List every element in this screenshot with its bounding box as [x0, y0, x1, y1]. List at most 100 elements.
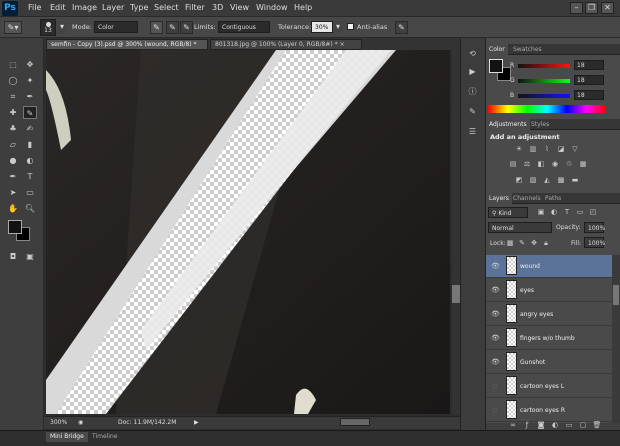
opacity-input[interactable]: 100% — [584, 222, 605, 233]
foreground-color-swatch[interactable] — [8, 220, 22, 234]
sampling-once-icon[interactable]: ✎ — [166, 21, 179, 34]
color-spectrum-bar[interactable] — [488, 105, 606, 113]
black-white-icon[interactable]: ◧ — [536, 160, 546, 169]
exposure-icon[interactable]: ◪ — [556, 145, 566, 154]
lock-all-icon[interactable]: 🔒︎ — [541, 239, 551, 248]
limits-dropdown[interactable]: Contiguous — [218, 21, 270, 33]
filter-type-icon[interactable]: T — [562, 208, 572, 217]
filter-shape-icon[interactable]: ▭ — [575, 208, 585, 217]
path-selection-tool-icon[interactable]: ➤ — [6, 186, 20, 199]
tab-color[interactable]: Color — [486, 44, 508, 55]
horizontal-scroll-thumb[interactable] — [340, 418, 370, 426]
info-panel-icon[interactable]: ⓘ — [466, 86, 479, 98]
menu-edit[interactable]: Edit — [50, 3, 66, 12]
blend-mode-dropdown[interactable]: Normal — [488, 222, 552, 233]
tab-mini-bridge[interactable]: Mini Bridge — [46, 432, 88, 442]
menu-filter[interactable]: Filter — [185, 3, 205, 12]
sampling-swatch-icon[interactable]: ✎ — [180, 21, 193, 34]
tab-adjustments[interactable]: Adjustments — [486, 119, 530, 130]
screen-mode-icon[interactable]: ▣ — [23, 250, 37, 263]
history-brush-tool-icon[interactable]: ✍ — [23, 122, 37, 135]
layer-row-gunshot[interactable]: 👁︎ Gunshot — [486, 351, 612, 374]
zoom-level[interactable]: 300% — [50, 419, 67, 426]
type-tool-icon[interactable]: T — [23, 170, 37, 183]
layers-scroll-thumb[interactable] — [613, 285, 619, 305]
layer-mask-icon[interactable]: ◙ — [536, 421, 546, 430]
tablet-pressure-icon[interactable]: ✎ — [395, 21, 408, 34]
layer-row-cartoon-eyes-l[interactable]: ▫ cartoon eyes L — [486, 375, 612, 398]
color-replacement-tool-icon[interactable]: ✎ — [23, 106, 37, 119]
mode-dropdown[interactable]: Color — [94, 21, 138, 33]
visibility-eye-icon[interactable]: 👁︎ — [491, 286, 500, 294]
vertical-scrollbar[interactable] — [452, 50, 460, 414]
tab-channels[interactable]: Channels — [510, 193, 544, 204]
blur-tool-icon[interactable]: ● — [6, 154, 20, 167]
history-panel-icon[interactable]: ⟲ — [466, 48, 479, 60]
new-layer-icon[interactable]: ▢ — [578, 421, 588, 430]
visibility-eye-icon[interactable]: 👁︎ — [491, 358, 500, 366]
hand-tool-icon[interactable]: ✋ — [6, 202, 20, 215]
doc-tab-801318[interactable]: 801318.jpg @ 100% (Layer 0, RGB/8#) * × — [210, 39, 362, 50]
tab-swatches[interactable]: Swatches — [510, 44, 545, 55]
tolerance-slider-toggle-icon[interactable]: ▾ — [334, 21, 342, 33]
rectangle-tool-icon[interactable]: ▭ — [23, 186, 37, 199]
gradient-map-icon[interactable]: ▬ — [570, 176, 580, 185]
layers-scrollbar[interactable] — [612, 255, 620, 423]
hue-saturation-icon[interactable]: ▤ — [508, 160, 518, 169]
brush-preset-picker[interactable]: 13 — [40, 19, 56, 36]
properties-panel-icon[interactable]: ☰ — [466, 126, 479, 138]
new-adjustment-icon[interactable]: ◐ — [550, 421, 560, 430]
healing-brush-tool-icon[interactable]: ✚ — [6, 106, 20, 119]
antialias-checkbox[interactable] — [347, 23, 354, 30]
layer-filter-dropdown[interactable]: ⚲ Kind — [488, 207, 528, 218]
visibility-eye-icon[interactable]: 👁︎ — [491, 310, 500, 318]
tab-timeline[interactable]: Timeline — [88, 432, 122, 442]
link-layers-icon[interactable]: ∞ — [508, 421, 518, 430]
gradient-tool-icon[interactable]: ▮ — [23, 138, 37, 151]
menu-type[interactable]: Type — [130, 3, 148, 12]
filter-pixel-icon[interactable]: ▣ — [536, 208, 546, 217]
quick-mask-icon[interactable]: ◘ — [6, 250, 20, 263]
visibility-eye-icon[interactable]: 👁︎ — [491, 262, 500, 270]
menu-image[interactable]: Image — [72, 3, 97, 12]
quick-select-tool-icon[interactable]: ✦ — [23, 74, 37, 87]
visibility-off-icon[interactable]: ▫ — [491, 406, 499, 414]
tool-preset-picker[interactable]: ✎▾ — [4, 21, 22, 34]
close-window-button[interactable]: ✕ — [601, 2, 614, 14]
eraser-tool-icon[interactable]: ▱ — [6, 138, 20, 151]
lock-position-icon[interactable]: ✥ — [529, 239, 539, 248]
menu-window[interactable]: Window — [256, 3, 288, 12]
menu-select[interactable]: Select — [154, 3, 179, 12]
menu-view[interactable]: View — [230, 3, 249, 12]
curves-icon[interactable]: ⌇ — [542, 145, 552, 154]
color-balance-icon[interactable]: ⚖ — [522, 160, 532, 169]
doc-tab-close-icon[interactable]: × — [340, 41, 345, 48]
lasso-tool-icon[interactable]: ◯ — [6, 74, 20, 87]
layer-style-icon[interactable]: ƒ — [522, 421, 532, 430]
restore-button[interactable]: ❐ — [585, 2, 598, 14]
actions-panel-icon[interactable]: ▶ — [466, 66, 479, 78]
brush-panel-icon[interactable]: ✎ — [466, 106, 479, 118]
layer-row-fingers[interactable]: 👁︎ fingers w/o thumb — [486, 327, 612, 350]
menu-layer[interactable]: Layer — [102, 3, 124, 12]
marquee-tool-icon[interactable]: ⬚ — [6, 58, 20, 71]
vibrance-icon[interactable]: ▽ — [570, 145, 580, 154]
color-lookup-icon[interactable]: ▦ — [578, 160, 588, 169]
vertical-scroll-thumb[interactable] — [452, 285, 460, 303]
new-group-icon[interactable]: ▭ — [564, 421, 574, 430]
brush-panel-toggle-icon[interactable]: ▾ — [58, 21, 66, 34]
b-value[interactable]: 18 — [574, 90, 604, 100]
r-value[interactable]: 18 — [574, 60, 604, 70]
posterize-icon[interactable]: ▨ — [528, 176, 538, 185]
pen-tool-icon[interactable]: ✒ — [6, 170, 20, 183]
dodge-tool-icon[interactable]: ◐ — [23, 154, 37, 167]
lock-transparent-icon[interactable]: ▩ — [505, 239, 515, 248]
move-tool-icon[interactable]: ✥ — [23, 58, 37, 71]
menu-file[interactable]: File — [28, 3, 41, 12]
menu-3d[interactable]: 3D — [212, 3, 223, 12]
doc-tab-semfin[interactable]: semfin - Copy (3).psd @ 300% (wound, RGB… — [46, 39, 208, 58]
layer-row-cartoon-eyes-r[interactable]: ▫ cartoon eyes R — [486, 399, 612, 422]
layer-row-wound[interactable]: 👁︎ wound — [486, 255, 612, 278]
filter-adjustment-icon[interactable]: ◐ — [549, 208, 559, 217]
crop-tool-icon[interactable]: ⌗ — [6, 90, 20, 103]
